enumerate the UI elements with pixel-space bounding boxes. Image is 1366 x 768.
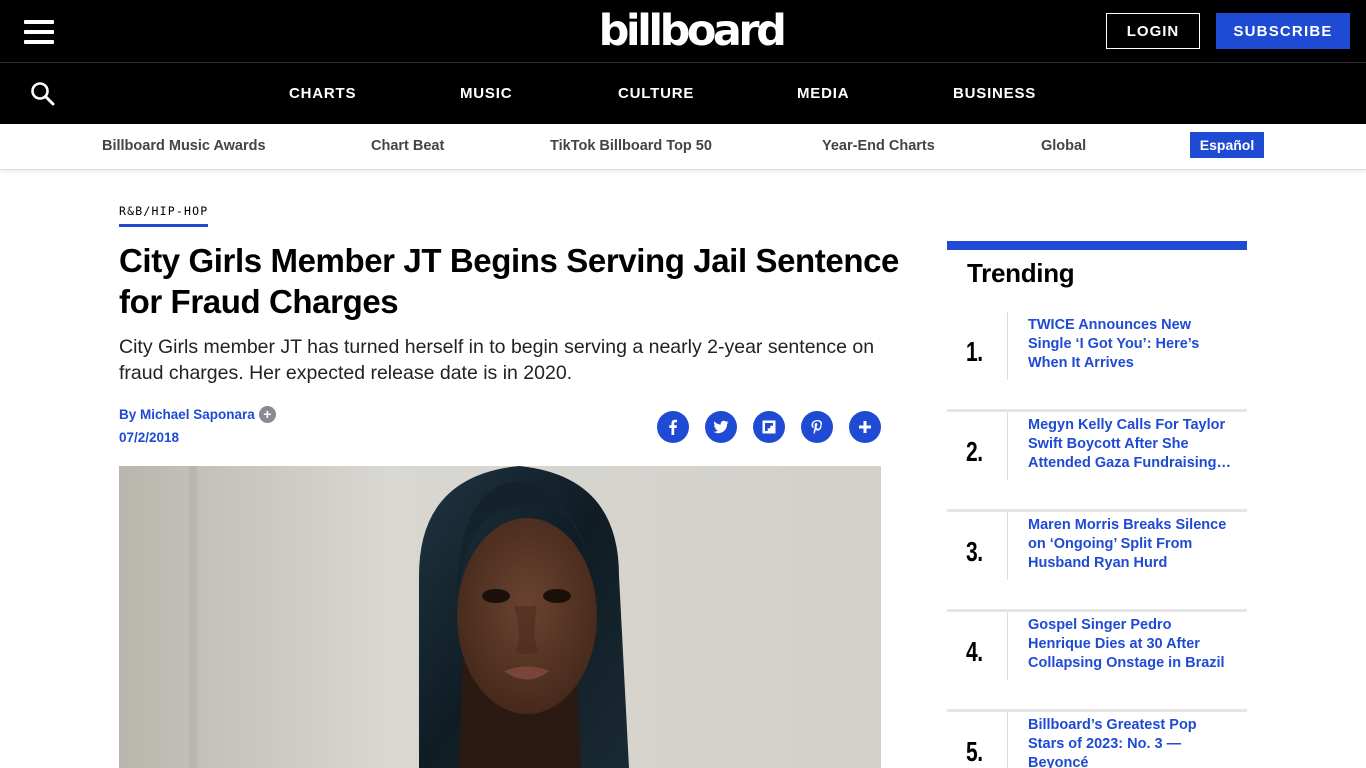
subnav-item-espanol[interactable]: Español xyxy=(1190,132,1264,158)
trending-divider xyxy=(1007,412,1008,480)
share-more-button[interactable] xyxy=(849,411,881,443)
article-hero-image xyxy=(119,466,881,768)
pinterest-icon xyxy=(811,420,823,435)
article-category[interactable]: R&B/HIP-HOP xyxy=(119,204,209,227)
subnav-item-global[interactable]: Global xyxy=(1041,124,1086,170)
nav-item-culture[interactable]: CULTURE xyxy=(618,63,694,125)
article-headline: City Girls Member JT Begins Serving Jail… xyxy=(119,242,900,320)
share-facebook-button[interactable] xyxy=(657,411,689,443)
trending-link[interactable]: Maren Morris Breaks Silence on ‘Ongoing’… xyxy=(1028,516,1233,573)
subnav-item-chart-beat[interactable]: Chart Beat xyxy=(371,124,444,170)
byline: By Michael Saponara + xyxy=(119,406,276,423)
subscribe-button[interactable]: SUBSCRIBE xyxy=(1216,13,1350,49)
trending-divider xyxy=(1007,312,1008,380)
trending-item[interactable]: 4. Gospel Singer Pedro Henrique Dies at … xyxy=(947,612,1247,712)
twitter-icon xyxy=(713,420,729,434)
login-button[interactable]: LOGIN xyxy=(1106,13,1200,49)
trending-link[interactable]: TWICE Announces New Single ‘I Got You’: … xyxy=(1028,316,1233,373)
sub-nav: Billboard Music Awards Chart Beat TikTok… xyxy=(0,124,1366,170)
top-bar: billboard LOGIN SUBSCRIBE xyxy=(0,0,1366,62)
nav-item-music[interactable]: MUSIC xyxy=(460,63,512,125)
trending-accent-bar xyxy=(947,241,1247,250)
trending-rank: 5. xyxy=(966,736,983,767)
trending-link[interactable]: Megyn Kelly Calls For Taylor Swift Boyco… xyxy=(1028,416,1233,473)
menu-icon[interactable] xyxy=(24,20,54,44)
nav-item-business[interactable]: BUSINESS xyxy=(953,63,1036,125)
trending-title: Trending xyxy=(967,258,1075,288)
publish-date: 07/2/2018 xyxy=(119,430,180,445)
main-nav: CHARTS MUSIC CULTURE MEDIA BUSINESS xyxy=(0,62,1366,124)
trending-divider xyxy=(1007,612,1008,680)
flipboard-icon xyxy=(762,420,776,434)
author-more-icon[interactable]: + xyxy=(258,406,276,423)
share-pinterest-button[interactable] xyxy=(801,411,833,443)
trending-rank: 1. xyxy=(966,336,983,367)
trending-item[interactable]: 1. TWICE Announces New Single ‘I Got You… xyxy=(947,312,1247,412)
billboard-logo[interactable]: billboard xyxy=(598,8,787,54)
trending-item[interactable]: 3. Maren Morris Breaks Silence on ‘Ongoi… xyxy=(947,512,1247,612)
search-icon[interactable] xyxy=(30,81,56,107)
trending-item[interactable]: 5. Billboard’s Greatest Pop Stars of 202… xyxy=(947,712,1247,768)
nav-item-media[interactable]: MEDIA xyxy=(797,63,849,125)
trending-link[interactable]: Gospel Singer Pedro Henrique Dies at 30 … xyxy=(1028,616,1233,673)
trending-link[interactable]: Billboard’s Greatest Pop Stars of 2023: … xyxy=(1028,716,1233,768)
subnav-item-tiktok-top-50[interactable]: TikTok Billboard Top 50 xyxy=(550,124,712,170)
subnav-item-year-end-charts[interactable]: Year-End Charts xyxy=(822,124,935,170)
subnav-item-billboard-music-awards[interactable]: Billboard Music Awards xyxy=(102,124,266,170)
trending-rank: 2. xyxy=(966,436,983,467)
share-flipboard-button[interactable] xyxy=(753,411,785,443)
author-link[interactable]: By Michael Saponara xyxy=(119,407,255,422)
facebook-icon xyxy=(669,419,677,435)
trending-divider xyxy=(1007,512,1008,580)
nav-item-charts[interactable]: CHARTS xyxy=(289,63,356,125)
trending-item[interactable]: 2. Megyn Kelly Calls For Taylor Swift Bo… xyxy=(947,412,1247,512)
share-twitter-button[interactable] xyxy=(705,411,737,443)
trending-divider xyxy=(1007,712,1008,768)
trending-rank: 4. xyxy=(966,636,983,667)
article-dek: City Girls member JT has turned herself … xyxy=(119,336,875,384)
plus-icon xyxy=(859,421,871,433)
trending-rank: 3. xyxy=(966,536,983,567)
